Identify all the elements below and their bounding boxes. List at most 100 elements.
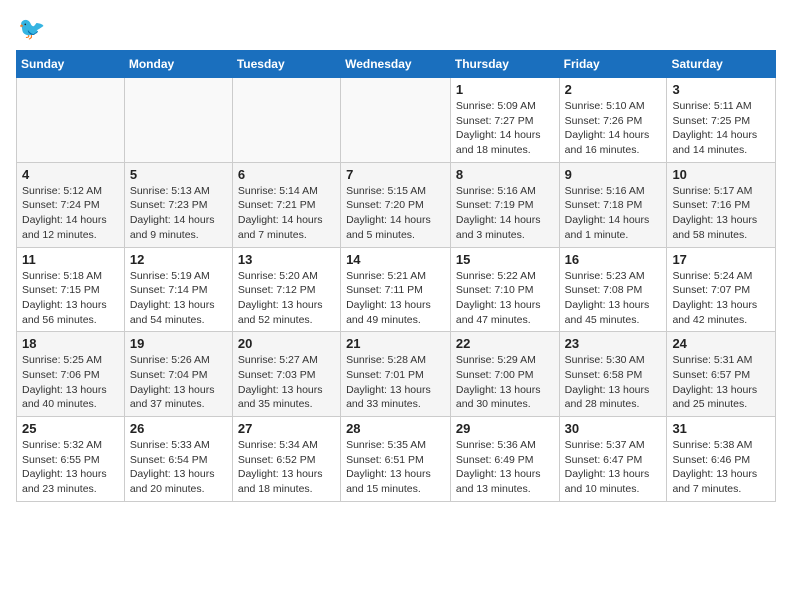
day-info: Sunrise: 5:13 AMSunset: 7:23 PMDaylight:… [130, 184, 227, 243]
day-info: Sunrise: 5:11 AMSunset: 7:25 PMDaylight:… [672, 99, 770, 158]
week-row-4: 18 Sunrise: 5:25 AMSunset: 7:06 PMDayligh… [17, 332, 776, 417]
day-number: 27 [238, 421, 335, 436]
day-number: 15 [456, 252, 554, 267]
day-info: Sunrise: 5:38 AMSunset: 6:46 PMDaylight:… [672, 438, 770, 497]
calendar-cell: 8 Sunrise: 5:16 AMSunset: 7:19 PMDaylight… [450, 162, 559, 247]
calendar-cell: 13Sunrise: 5:20 AMSunset: 7:12 PMDayligh… [232, 247, 340, 332]
day-info: Sunrise: 5:20 AMSunset: 7:12 PMDaylight:… [238, 269, 335, 328]
calendar-cell [124, 78, 232, 163]
page-header: 🐦 [16, 16, 776, 42]
weekday-header-thursday: Thursday [450, 51, 559, 78]
weekday-header-monday: Monday [124, 51, 232, 78]
calendar-cell: 14 Sunrise: 5:21 AMSunset: 7:11 PMDayligh… [341, 247, 451, 332]
day-number: 9 [565, 167, 662, 182]
day-info: Sunrise: 5:21 AMSunset: 7:11 PMDaylight:… [346, 269, 445, 328]
calendar-cell: 10 Sunrise: 5:17 AMSunset: 7:16 PMDayligh… [667, 162, 776, 247]
day-number: 26 [130, 421, 227, 436]
calendar-cell: 7 Sunrise: 5:15 AMSunset: 7:20 PMDaylight… [341, 162, 451, 247]
day-number: 6 [238, 167, 335, 182]
day-number: 5 [130, 167, 227, 182]
calendar-cell: 29Sunrise: 5:36 AMSunset: 6:49 PMDayligh… [450, 417, 559, 502]
day-info: Sunrise: 5:24 AMSunset: 7:07 PMDaylight:… [672, 269, 770, 328]
day-number: 3 [672, 82, 770, 97]
calendar-cell: 4 Sunrise: 5:12 AMSunset: 7:24 PMDaylight… [17, 162, 125, 247]
calendar-cell: 2 Sunrise: 5:10 AMSunset: 7:26 PMDaylight… [559, 78, 667, 163]
calendar-cell: 24 Sunrise: 5:31 AMSunset: 6:57 PMDayligh… [667, 332, 776, 417]
day-info: Sunrise: 5:27 AMSunset: 7:03 PMDaylight:… [238, 353, 335, 412]
calendar-cell: 1 Sunrise: 5:09 AMSunset: 7:27 PMDaylight… [450, 78, 559, 163]
day-number: 20 [238, 336, 335, 351]
day-info: Sunrise: 5:26 AMSunset: 7:04 PMDaylight:… [130, 353, 227, 412]
day-number: 28 [346, 421, 445, 436]
calendar-cell [341, 78, 451, 163]
day-number: 11 [22, 252, 119, 267]
day-info: Sunrise: 5:29 AMSunset: 7:00 PMDaylight:… [456, 353, 554, 412]
calendar-cell: 26Sunrise: 5:33 AMSunset: 6:54 PMDayligh… [124, 417, 232, 502]
day-number: 29 [456, 421, 554, 436]
day-number: 1 [456, 82, 554, 97]
weekday-header-saturday: Saturday [667, 51, 776, 78]
calendar-cell: 16Sunrise: 5:23 AMSunset: 7:08 PMDayligh… [559, 247, 667, 332]
calendar-cell: 5 Sunrise: 5:13 AMSunset: 7:23 PMDaylight… [124, 162, 232, 247]
weekday-header-wednesday: Wednesday [341, 51, 451, 78]
day-info: Sunrise: 5:19 AMSunset: 7:14 PMDaylight:… [130, 269, 227, 328]
day-info: Sunrise: 5:12 AMSunset: 7:24 PMDaylight:… [22, 184, 119, 243]
calendar-cell: 6 Sunrise: 5:14 AMSunset: 7:21 PMDaylight… [232, 162, 340, 247]
day-number: 4 [22, 167, 119, 182]
day-number: 21 [346, 336, 445, 351]
day-number: 14 [346, 252, 445, 267]
calendar-cell: 19 Sunrise: 5:26 AMSunset: 7:04 PMDayligh… [124, 332, 232, 417]
day-info: Sunrise: 5:28 AMSunset: 7:01 PMDaylight:… [346, 353, 445, 412]
day-number: 17 [672, 252, 770, 267]
day-info: Sunrise: 5:25 AMSunset: 7:06 PMDaylight:… [22, 353, 119, 412]
calendar-cell: 9 Sunrise: 5:16 AMSunset: 7:18 PMDaylight… [559, 162, 667, 247]
calendar-cell: 21 Sunrise: 5:28 AMSunset: 7:01 PMDayligh… [341, 332, 451, 417]
week-row-3: 11 Sunrise: 5:18 AMSunset: 7:15 PMDayligh… [17, 247, 776, 332]
calendar-cell [232, 78, 340, 163]
day-info: Sunrise: 5:35 AMSunset: 6:51 PMDaylight:… [346, 438, 445, 497]
day-info: Sunrise: 5:09 AMSunset: 7:27 PMDaylight:… [456, 99, 554, 158]
day-info: Sunrise: 5:23 AMSunset: 7:08 PMDaylight:… [565, 269, 662, 328]
day-info: Sunrise: 5:14 AMSunset: 7:21 PMDaylight:… [238, 184, 335, 243]
calendar-cell: 22 Sunrise: 5:29 AMSunset: 7:00 PMDayligh… [450, 332, 559, 417]
calendar-cell: 18 Sunrise: 5:25 AMSunset: 7:06 PMDayligh… [17, 332, 125, 417]
day-info: Sunrise: 5:30 AMSunset: 6:58 PMDaylight:… [565, 353, 662, 412]
logo-bird-icon: 🐦 [18, 16, 45, 42]
calendar-cell: 12Sunrise: 5:19 AMSunset: 7:14 PMDayligh… [124, 247, 232, 332]
calendar-cell: 25Sunrise: 5:32 AMSunset: 6:55 PMDayligh… [17, 417, 125, 502]
calendar-cell: 30 Sunrise: 5:37 AMSunset: 6:47 PMDayligh… [559, 417, 667, 502]
day-number: 31 [672, 421, 770, 436]
calendar-cell [17, 78, 125, 163]
day-number: 19 [130, 336, 227, 351]
day-info: Sunrise: 5:17 AMSunset: 7:16 PMDaylight:… [672, 184, 770, 243]
day-number: 24 [672, 336, 770, 351]
day-info: Sunrise: 5:18 AMSunset: 7:15 PMDaylight:… [22, 269, 119, 328]
day-number: 18 [22, 336, 119, 351]
logo: 🐦 [16, 16, 45, 42]
day-info: Sunrise: 5:15 AMSunset: 7:20 PMDaylight:… [346, 184, 445, 243]
weekday-header-row: SundayMondayTuesdayWednesdayThursdayFrid… [17, 51, 776, 78]
day-info: Sunrise: 5:16 AMSunset: 7:18 PMDaylight:… [565, 184, 662, 243]
week-row-1: 1 Sunrise: 5:09 AMSunset: 7:27 PMDaylight… [17, 78, 776, 163]
week-row-5: 25Sunrise: 5:32 AMSunset: 6:55 PMDayligh… [17, 417, 776, 502]
day-number: 7 [346, 167, 445, 182]
weekday-header-tuesday: Tuesday [232, 51, 340, 78]
day-info: Sunrise: 5:10 AMSunset: 7:26 PMDaylight:… [565, 99, 662, 158]
day-number: 2 [565, 82, 662, 97]
day-info: Sunrise: 5:22 AMSunset: 7:10 PMDaylight:… [456, 269, 554, 328]
calendar-cell: 3 Sunrise: 5:11 AMSunset: 7:25 PMDaylight… [667, 78, 776, 163]
calendar-cell: 20 Sunrise: 5:27 AMSunset: 7:03 PMDayligh… [232, 332, 340, 417]
day-number: 25 [22, 421, 119, 436]
day-number: 22 [456, 336, 554, 351]
day-number: 30 [565, 421, 662, 436]
calendar-cell: 27Sunrise: 5:34 AMSunset: 6:52 PMDayligh… [232, 417, 340, 502]
day-info: Sunrise: 5:37 AMSunset: 6:47 PMDaylight:… [565, 438, 662, 497]
calendar-cell: 31 Sunrise: 5:38 AMSunset: 6:46 PMDayligh… [667, 417, 776, 502]
day-number: 8 [456, 167, 554, 182]
day-number: 10 [672, 167, 770, 182]
day-info: Sunrise: 5:31 AMSunset: 6:57 PMDaylight:… [672, 353, 770, 412]
day-info: Sunrise: 5:16 AMSunset: 7:19 PMDaylight:… [456, 184, 554, 243]
weekday-header-sunday: Sunday [17, 51, 125, 78]
weekday-header-friday: Friday [559, 51, 667, 78]
calendar-table: SundayMondayTuesdayWednesdayThursdayFrid… [16, 50, 776, 502]
